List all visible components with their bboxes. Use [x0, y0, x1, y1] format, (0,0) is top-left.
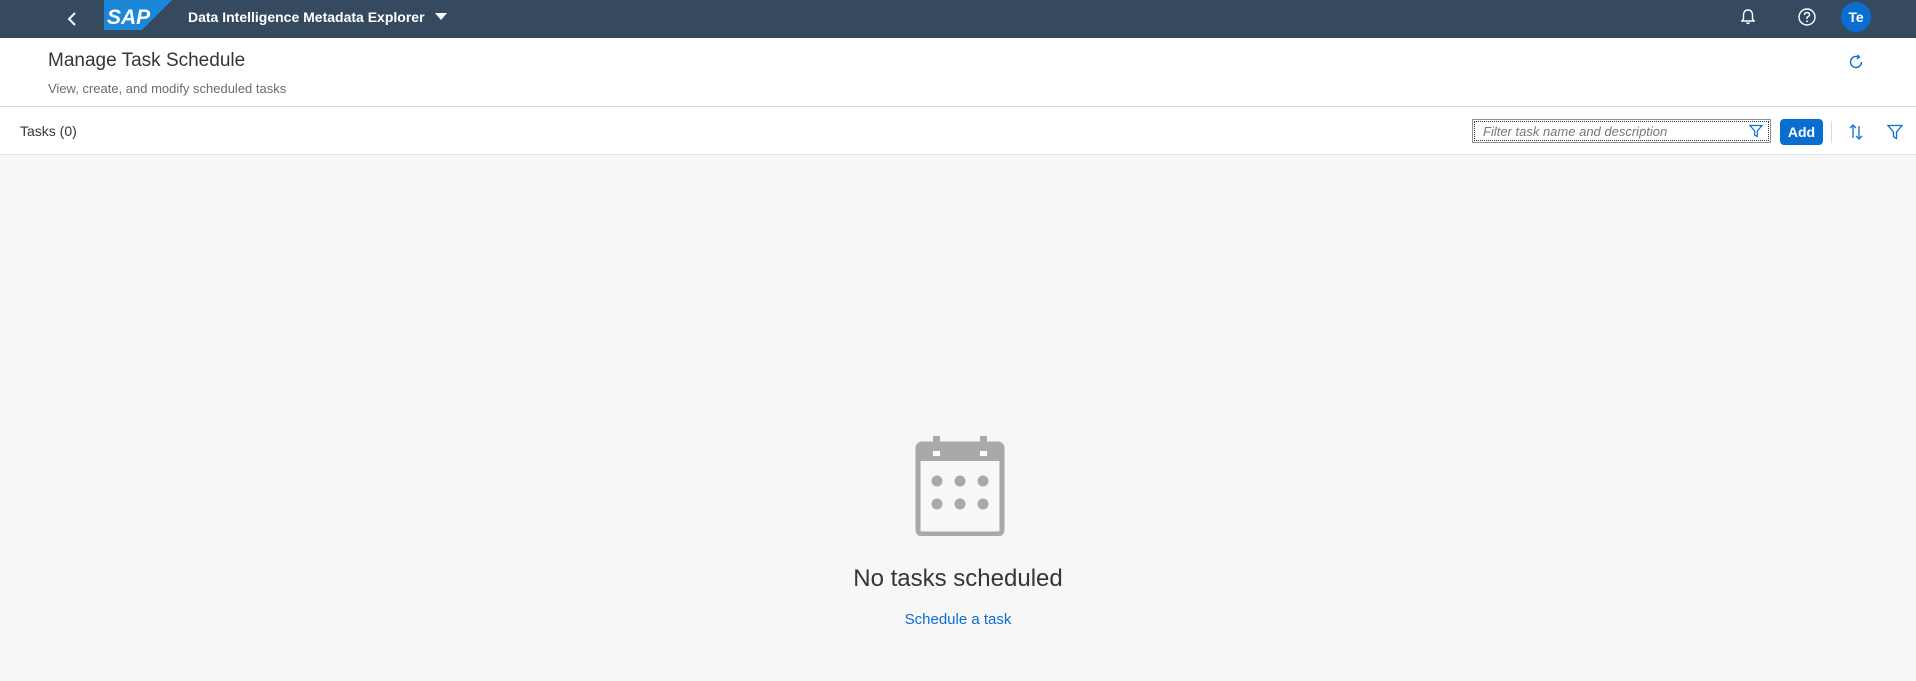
refresh-icon [1849, 54, 1863, 69]
avatar[interactable]: Te [1841, 2, 1871, 32]
bell-icon [1740, 9, 1756, 25]
filter-field[interactable] [1472, 119, 1771, 143]
shell-bar: SAP Data Intelligence Metadata Explorer … [0, 0, 1916, 38]
schedule-task-link[interactable]: Schedule a task [905, 611, 1012, 628]
tasks-toolbar: Tasks (0) Add [0, 107, 1916, 155]
refresh-button[interactable] [1844, 50, 1868, 74]
toolbar-separator [1831, 121, 1832, 143]
caret-down-icon [434, 13, 447, 20]
sort-button[interactable] [1843, 119, 1869, 145]
tasks-count: Tasks (0) [20, 123, 77, 139]
page-header: Manage Task Schedule View, create, and m… [0, 38, 1916, 107]
page-title: Manage Task Schedule [48, 50, 246, 71]
chevron-left-icon [67, 12, 76, 26]
sort-icon [1849, 124, 1863, 140]
empty-state-title: No tasks scheduled [853, 565, 1063, 592]
sap-logo: SAP [104, 0, 172, 30]
filter-icon[interactable] [1748, 123, 1764, 139]
notifications-button[interactable] [1734, 3, 1762, 31]
filter-input[interactable] [1473, 120, 1743, 142]
empty-state: No tasks scheduled Schedule a task [0, 155, 1916, 681]
empty-state-link-row: Schedule a task [0, 611, 1916, 628]
add-button[interactable]: Add [1780, 119, 1823, 145]
help-button[interactable] [1793, 3, 1821, 31]
filter-button[interactable] [1882, 119, 1908, 145]
back-button[interactable] [58, 5, 86, 33]
filter-icon [1887, 124, 1903, 140]
svg-text:SAP: SAP [107, 6, 151, 29]
calendar-icon [915, 436, 1005, 536]
page-subtitle: View, create, and modify scheduled tasks [48, 81, 287, 96]
app-title: Data Intelligence Metadata Explorer [188, 8, 425, 25]
app-title-menu[interactable]: Data Intelligence Metadata Explorer [188, 0, 447, 33]
question-circle-icon [1798, 8, 1816, 26]
